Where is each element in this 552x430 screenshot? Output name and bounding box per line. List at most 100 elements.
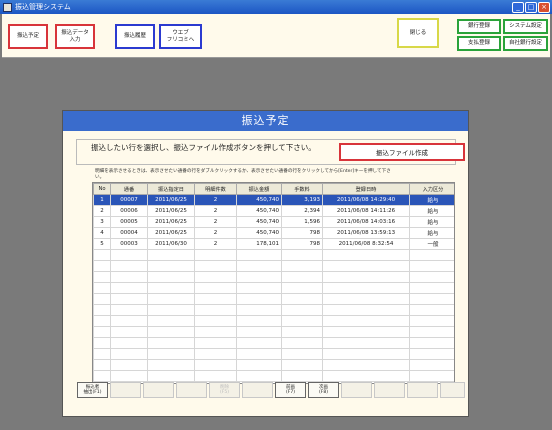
table-row[interactable]: 1 00007 2011/06/25 2 450,740 3,193 2011/06/08 … <box>93 194 454 206</box>
table-row[interactable] <box>93 359 454 371</box>
history-button[interactable]: 振込履歴 <box>115 24 155 49</box>
table-cell <box>110 249 148 261</box>
table-cell: 1 <box>93 194 111 206</box>
table-cell <box>194 359 237 371</box>
dialog-title: 振込予定 <box>63 111 468 131</box>
close-button[interactable]: 閉じる <box>397 18 439 48</box>
table-cell <box>236 282 282 294</box>
table-row[interactable]: 3 00005 2011/06/25 2 450,740 1,596 2011/06/08 … <box>93 216 454 228</box>
table-cell: 2011/06/08 13:59:13 <box>322 227 410 239</box>
table-row[interactable] <box>93 260 454 272</box>
minimize-icon[interactable]: _ <box>512 1 524 13</box>
table-cell <box>322 260 410 272</box>
table-cell <box>147 326 195 338</box>
schedule-table[interactable]: No 通番 振込指定日 明細件数 振込金額 手数料 登録日時 入力区分 1 000… <box>92 182 455 384</box>
column-header[interactable]: 入力区分 <box>409 183 454 195</box>
table-cell <box>409 304 454 316</box>
table-cell <box>110 304 148 316</box>
table-cell: 2011/06/08 14:11:26 <box>322 205 410 217</box>
column-header[interactable]: 明細件数 <box>194 183 237 195</box>
table-cell <box>281 304 323 316</box>
table-cell <box>322 337 410 349</box>
table-row[interactable] <box>93 326 454 338</box>
table-cell <box>409 260 454 272</box>
main-toolbar: 振込予定 振込データ 入力 振込履歴 ウエブ フリコミへ 閉じる 銀行登録 シス… <box>2 14 550 58</box>
column-header[interactable]: No <box>93 183 111 195</box>
table-cell <box>236 293 282 305</box>
fkey-f1-button[interactable]: 振込者 抽出(F1) <box>77 382 108 398</box>
table-cell: 給与 <box>409 227 454 239</box>
maximize-icon[interactable]: □ <box>525 1 537 13</box>
fkey-f12-button[interactable] <box>440 382 465 398</box>
fkey-f10-button[interactable] <box>374 382 405 398</box>
instruction-panel: 振込したい行を選択し、振込ファイル作成ボタンを押して下さい。 振込ファイル作成 <box>76 139 465 165</box>
table-cell <box>281 348 323 360</box>
table-row[interactable] <box>93 293 454 305</box>
table-row[interactable] <box>93 271 454 283</box>
table-cell <box>93 315 111 327</box>
fkey-f11-button[interactable] <box>407 382 438 398</box>
table-row[interactable] <box>93 337 454 349</box>
table-cell <box>93 370 111 382</box>
table-cell <box>110 282 148 294</box>
table-cell <box>110 370 148 382</box>
table-cell <box>194 293 237 305</box>
table-cell <box>236 315 282 327</box>
table-cell <box>93 359 111 371</box>
table-cell: 2 <box>194 216 237 228</box>
column-header[interactable]: 通番 <box>110 183 148 195</box>
table-cell <box>194 282 237 294</box>
web-furikomi-button[interactable]: ウエブ フリコミへ <box>159 24 202 49</box>
column-header[interactable]: 振込指定日 <box>147 183 195 195</box>
fkey-f6-button[interactable] <box>242 382 273 398</box>
table-cell <box>110 326 148 338</box>
data-input-button[interactable]: 振込データ 入力 <box>55 24 95 49</box>
table-cell <box>281 282 323 294</box>
table-cell <box>147 337 195 349</box>
table-cell <box>409 271 454 283</box>
fkey-f2-button[interactable] <box>110 382 141 398</box>
payee-register-button[interactable]: 支払登録 <box>457 36 501 51</box>
fkey-f7-button[interactable]: 前画 (F7) <box>275 382 306 398</box>
column-header[interactable]: 振込金額 <box>236 183 282 195</box>
table-row[interactable] <box>93 370 454 382</box>
table-cell <box>281 271 323 283</box>
table-cell <box>93 293 111 305</box>
column-header[interactable]: 登録日時 <box>322 183 410 195</box>
fkey-f8-button[interactable]: 次画 (F8) <box>308 382 339 398</box>
table-row[interactable]: 2 00006 2011/06/25 2 450,740 2,394 2011/06/08 … <box>93 205 454 217</box>
table-cell <box>93 271 111 283</box>
table-cell <box>409 293 454 305</box>
table-cell: 2 <box>194 227 237 239</box>
own-bank-settings-button[interactable]: 自社銀行設定 <box>503 36 548 51</box>
create-file-button[interactable]: 振込ファイル作成 <box>339 143 465 161</box>
table-cell <box>236 249 282 261</box>
table-cell <box>194 337 237 349</box>
table-cell <box>236 304 282 316</box>
fkey-f5-button[interactable]: 削除 (F5) <box>209 382 240 398</box>
fkey-f3-button[interactable] <box>143 382 174 398</box>
table-cell <box>93 249 111 261</box>
table-cell <box>409 326 454 338</box>
fkey-f4-button[interactable] <box>176 382 207 398</box>
table-row[interactable]: 5 00003 2011/06/30 2 178,101 798 2011/06/08 8:… <box>93 238 454 250</box>
close-icon[interactable]: × <box>538 1 550 13</box>
table-cell: 2 <box>93 205 111 217</box>
table-cell: 一般 <box>409 238 454 250</box>
function-key-bar: 振込者 抽出(F1) 削除 (F5) 前画 (F7) 次画 (F8) <box>77 382 465 399</box>
system-settings-button[interactable]: システム設定 <box>503 19 548 34</box>
table-row[interactable] <box>93 304 454 316</box>
table-row[interactable] <box>93 315 454 327</box>
table-cell <box>194 304 237 316</box>
schedule-button[interactable]: 振込予定 <box>8 24 48 49</box>
table-cell <box>409 249 454 261</box>
fkey-f9-button[interactable] <box>341 382 372 398</box>
table-cell <box>147 304 195 316</box>
table-row[interactable] <box>93 348 454 360</box>
bank-register-button[interactable]: 銀行登録 <box>457 19 501 34</box>
table-cell <box>322 282 410 294</box>
table-row[interactable] <box>93 249 454 261</box>
table-row[interactable]: 4 00004 2011/06/25 2 450,740 798 2011/06/08 13… <box>93 227 454 239</box>
table-row[interactable] <box>93 282 454 294</box>
column-header[interactable]: 手数料 <box>281 183 323 195</box>
